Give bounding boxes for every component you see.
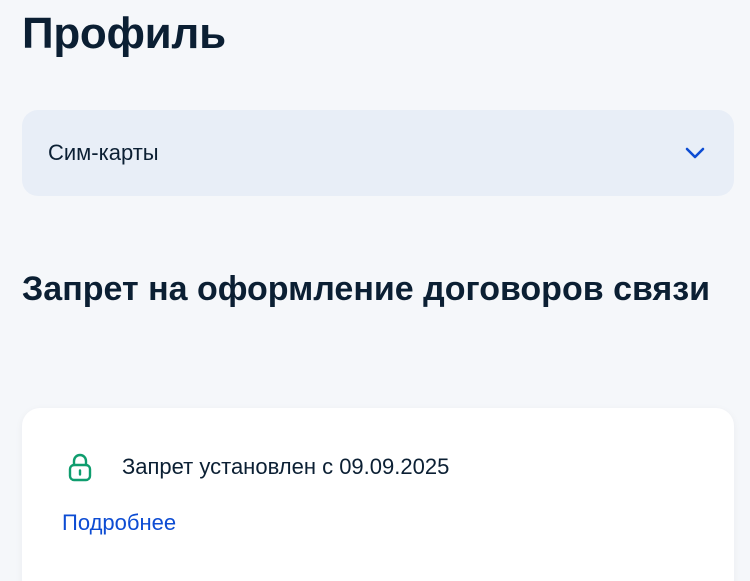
dropdown-label: Сим-карты: [48, 140, 159, 165]
status-row: Запрет установлен с 09.09.2025: [66, 452, 449, 482]
ban-status-text: Запрет установлен с 09.09.2025: [122, 454, 450, 479]
sim-cards-dropdown[interactable]: Сим-карты: [22, 110, 734, 196]
details-link[interactable]: Подробнее: [62, 510, 176, 536]
lock-icon: [66, 452, 94, 482]
page-title: Профиль: [22, 9, 226, 58]
chevron-down-icon: [684, 146, 706, 160]
section-title: Запрет на оформление договоров связи: [22, 270, 711, 308]
profile-page: Профиль Сим-карты Запрет на оформление д…: [0, 0, 750, 581]
ban-status-card: Запрет установлен с 09.09.2025 Подробнее: [22, 408, 734, 581]
